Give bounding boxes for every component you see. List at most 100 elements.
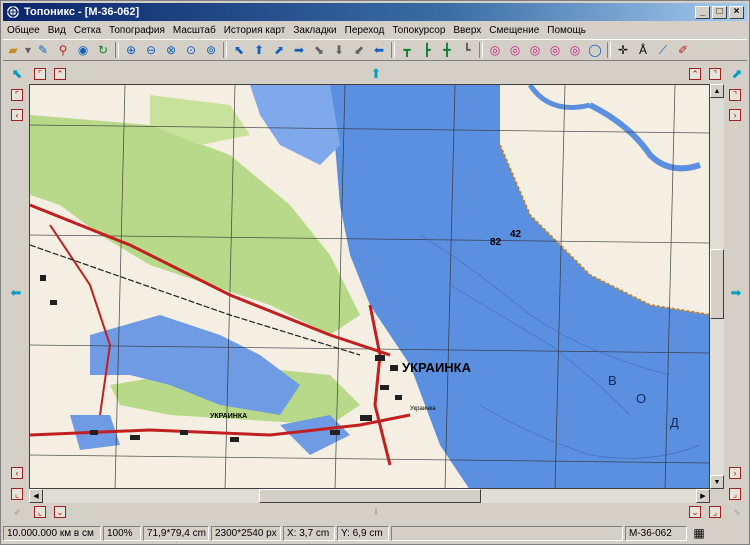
arrow-down-icon[interactable]: ⬇ — [329, 41, 349, 59]
scroll-down-button[interactable]: ▼ — [710, 475, 724, 489]
nav-e-bottom-button[interactable]: › — [729, 467, 741, 479]
nav-n2-button[interactable]: ⌃ — [689, 68, 701, 80]
grid-4-icon[interactable]: ┗ — [457, 41, 477, 59]
menu-topography[interactable]: Топография — [105, 25, 169, 36]
topographic-map[interactable]: УКРАИНКА УКРАИНКА Украинка В О Д 82 42 — [30, 85, 710, 489]
pan-e-icon[interactable]: ➡ — [730, 286, 742, 299]
scale-6-icon[interactable]: ◯ — [585, 41, 605, 59]
status-bar: 10.000.000 км в см 100% 71,9*79,4 cm 230… — [3, 524, 747, 542]
arrow-se-icon[interactable]: ⬊ — [309, 41, 329, 59]
status-empty — [391, 525, 623, 541]
scale-4-icon[interactable]: ◎ — [545, 41, 565, 59]
pan-w-icon[interactable]: ⬅ — [10, 286, 22, 299]
scroll-left-icon: ◀ — [33, 493, 39, 500]
vertical-scrollbar[interactable]: ▲ ▼ — [710, 84, 724, 489]
maximize-button[interactable]: □ — [712, 5, 727, 19]
menu-bookmarks[interactable]: Закладки — [289, 25, 340, 36]
scale-3-icon[interactable]: ◎ — [525, 41, 545, 59]
menu-scale[interactable]: Масштаб — [169, 25, 220, 36]
scroll-up-button[interactable]: ▲ — [710, 84, 724, 98]
pen-icon[interactable]: ✐ — [673, 41, 693, 59]
menu-map-history[interactable]: История карт — [220, 25, 290, 36]
pan-s-icon[interactable]: ⬇ — [370, 506, 382, 518]
menu-grid[interactable]: Сетка — [70, 25, 105, 36]
nav-ne-button[interactable]: ⌝ — [709, 68, 721, 80]
scroll-left-button[interactable]: ◀ — [29, 489, 43, 503]
status-sheet: M-36-062 — [625, 525, 687, 541]
nav-e-top-button[interactable]: ⌝ — [729, 89, 741, 101]
nav-w-bottom-button[interactable]: ‹ — [11, 467, 23, 479]
menu-view[interactable]: Вид — [44, 25, 70, 36]
nav-s2-button[interactable]: ⌄ — [689, 506, 701, 518]
grid-toggle-icon[interactable]: ▦ — [689, 526, 709, 540]
nav-s-button[interactable]: ⌄ — [54, 506, 66, 518]
status-scale: 10.000.000 км в см — [3, 525, 101, 541]
refresh-icon[interactable]: ↻ — [93, 41, 113, 59]
town-label-small: УКРАИНКА — [210, 413, 247, 420]
window-title: Топоникс - [M-36-062] — [24, 6, 140, 18]
zoom-fit-icon[interactable]: ⊗ — [161, 41, 181, 59]
scroll-right-icon: ▶ — [700, 493, 706, 500]
compass-icon[interactable]: Å — [633, 41, 653, 59]
menu-general[interactable]: Общее — [3, 25, 44, 36]
nav-se-button[interactable]: ⌟ — [709, 506, 721, 518]
water-letter-2: О — [636, 391, 646, 406]
grid-2-icon[interactable]: ┣ — [417, 41, 437, 59]
close-button[interactable]: × — [729, 5, 744, 19]
nav-w-bottom2-button[interactable]: ⌞ — [11, 488, 23, 500]
nav-e-bottom2-button[interactable]: ⌟ — [729, 488, 741, 500]
arrow-up-icon[interactable]: ⬆ — [249, 41, 269, 59]
water-letter-1: В — [608, 373, 617, 388]
zoom-in-icon[interactable]: ⊕ — [121, 41, 141, 59]
grid-1-icon[interactable]: ┳ — [397, 41, 417, 59]
arrow-sw-icon[interactable]: ⬋ — [349, 41, 369, 59]
map-view[interactable]: УКРАИНКА УКРАИНКА Украинка В О Д 82 42 — [29, 84, 710, 489]
arrow-nw-icon[interactable]: ⬉ — [229, 41, 249, 59]
menu-topocursor[interactable]: Топокурсор — [388, 25, 449, 36]
scale-2-icon[interactable]: ◎ — [505, 41, 525, 59]
status-y: Y: 6,9 cm — [337, 525, 389, 541]
pan-sw-icon[interactable]: ⬋ — [11, 506, 23, 518]
app-window: Топоникс - [M-36-062] _ □ × Общее Вид Се… — [0, 0, 750, 545]
scroll-down-icon: ▼ — [713, 478, 721, 486]
menu-up[interactable]: Вверх — [449, 25, 485, 36]
scroll-right-button[interactable]: ▶ — [696, 489, 710, 503]
zoom-window-icon[interactable]: ⊙ — [181, 41, 201, 59]
zoom-out-icon[interactable]: ⊖ — [141, 41, 161, 59]
ruler-icon[interactable]: ⟋ — [653, 41, 673, 59]
nav-nw-button[interactable]: ⌜ — [34, 68, 46, 80]
status-size-cm: 71,9*79,4 cm — [143, 525, 209, 541]
pan-nw-icon[interactable]: ⬉ — [11, 67, 23, 80]
pan-n-icon[interactable]: ⬆ — [370, 67, 382, 80]
pan-se-icon[interactable]: ⬊ — [731, 506, 743, 518]
horizontal-scrollbar[interactable]: ◀ ▶ — [29, 489, 710, 503]
arrow-left-icon[interactable]: ⬅ — [369, 41, 389, 59]
globe-icon[interactable]: ◉ — [73, 41, 93, 59]
pan-ne-icon[interactable]: ⬈ — [731, 67, 743, 80]
town-label: УКРАИНКА — [402, 360, 472, 375]
minimize-icon: _ — [699, 6, 706, 17]
tools-icon[interactable]: ✎ — [33, 41, 53, 59]
nav-sw-button[interactable]: ⌞ — [34, 506, 46, 518]
minimize-button[interactable]: _ — [695, 5, 710, 19]
vertical-scroll-thumb[interactable] — [710, 249, 724, 319]
nav-e-top2-button[interactable]: › — [729, 109, 741, 121]
menu-go-to[interactable]: Переход — [341, 25, 389, 36]
zoom-actual-icon[interactable]: ⊚ — [201, 41, 221, 59]
elevation-82: 82 — [490, 237, 502, 248]
nav-w-top-button[interactable]: ⌜ — [11, 89, 23, 101]
menu-help[interactable]: Помощь — [543, 25, 590, 36]
nav-n-button[interactable]: ⌃ — [54, 68, 66, 80]
dropdown-arrow-icon[interactable]: ▾ — [23, 41, 33, 59]
scale-5-icon[interactable]: ◎ — [565, 41, 585, 59]
scale-1-icon[interactable]: ◎ — [485, 41, 505, 59]
arrow-ne-icon[interactable]: ⬈ — [269, 41, 289, 59]
nav-w-top2-button[interactable]: ‹ — [11, 109, 23, 121]
find-icon[interactable]: ⚲ — [53, 41, 73, 59]
open-folder-icon[interactable]: ▰ — [3, 41, 23, 59]
horizontal-scroll-thumb[interactable] — [259, 489, 481, 503]
crosshair-icon[interactable]: ✛ — [613, 41, 633, 59]
grid-3-icon[interactable]: ╋ — [437, 41, 457, 59]
menu-offset[interactable]: Смещение — [485, 25, 543, 36]
arrow-right-icon[interactable]: ➡ — [289, 41, 309, 59]
